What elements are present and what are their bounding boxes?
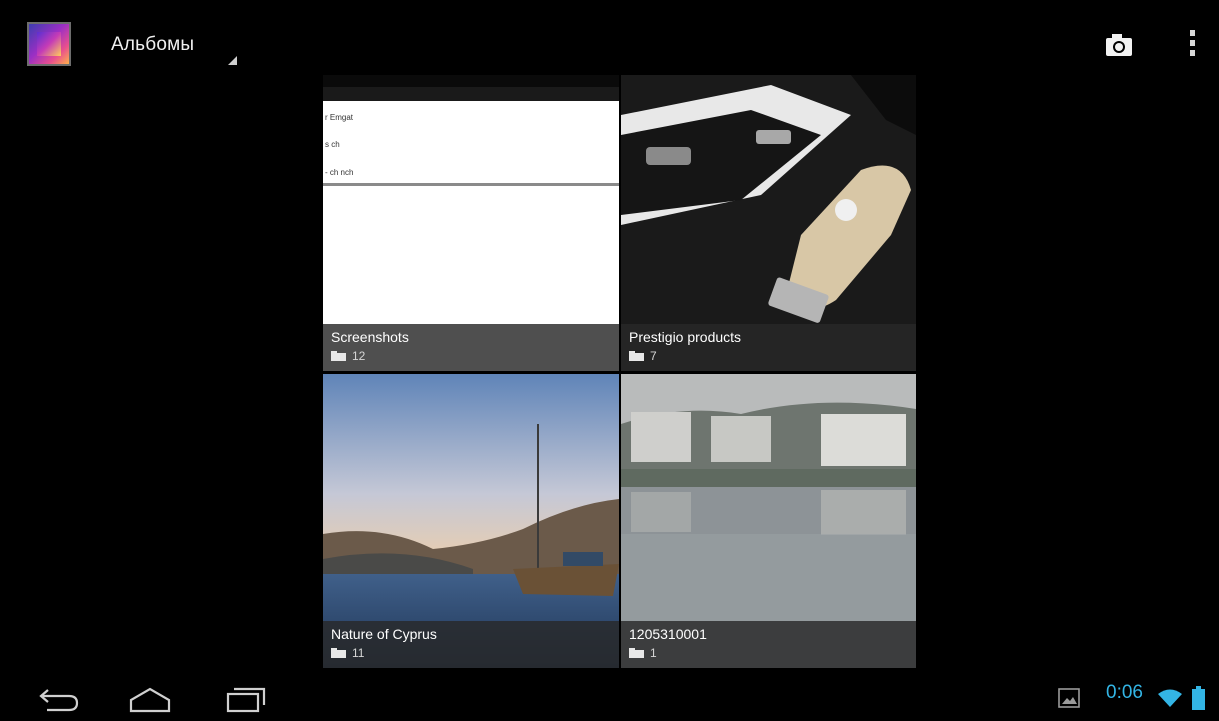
svg-text:- ch nch: - ch nch (325, 168, 353, 177)
album-name: Prestigio products (629, 329, 742, 345)
album-count: 7 (650, 349, 657, 363)
album-tile-screenshots[interactable]: r Emgat s ch - ch nch Screenshots 12 (323, 75, 619, 371)
albums-spinner[interactable]: Альбомы (108, 26, 248, 70)
svg-text:r Emgat: r Emgat (325, 113, 354, 122)
album-name: 1205310001 (629, 626, 707, 642)
album-count: 12 (352, 349, 366, 363)
clock: 0:06 (1106, 682, 1143, 703)
overflow-menu-icon (1190, 30, 1195, 56)
folder-icon (629, 351, 644, 361)
back-icon (39, 689, 79, 712)
svg-text:s ch: s ch (325, 140, 340, 149)
folder-icon (331, 648, 346, 658)
page-title: Альбомы (111, 34, 195, 55)
overflow-menu-button[interactable] (1178, 24, 1208, 64)
album-name: Screenshots (331, 329, 409, 345)
camera-button[interactable] (1098, 28, 1138, 62)
album-label-bar: Screenshots 12 (323, 324, 619, 371)
album-tile-1205310001[interactable]: 1205310001 1 (621, 374, 916, 668)
album-count: 11 (352, 646, 365, 660)
wifi-icon (1157, 688, 1183, 708)
album-label-bar: Nature of Cyprus 11 (323, 621, 619, 668)
album-label-bar: 1205310001 1 (621, 621, 916, 668)
album-name: Nature of Cyprus (331, 626, 437, 642)
back-button[interactable] (33, 684, 83, 714)
spinner-arrow-icon (228, 56, 237, 65)
battery-icon (1192, 686, 1205, 710)
recent-apps-button[interactable] (220, 684, 270, 714)
system-bar: 0:06 (0, 672, 1219, 721)
gallery-notification-icon[interactable] (1058, 688, 1080, 708)
home-button[interactable] (125, 684, 175, 714)
recent-apps-icon (226, 687, 266, 713)
album-tile-nature-of-cyprus[interactable]: Nature of Cyprus 11 (323, 374, 619, 668)
album-label-bar: Prestigio products 7 (621, 324, 916, 371)
home-icon (129, 687, 171, 713)
album-count: 1 (650, 646, 657, 660)
album-tile-prestigio-products[interactable]: Prestigio products 7 (621, 75, 916, 371)
action-bar: Альбомы (0, 0, 1219, 76)
folder-icon (331, 351, 346, 361)
gallery-app-icon[interactable] (27, 22, 71, 66)
folder-icon (629, 648, 644, 658)
camera-icon (1106, 34, 1132, 56)
